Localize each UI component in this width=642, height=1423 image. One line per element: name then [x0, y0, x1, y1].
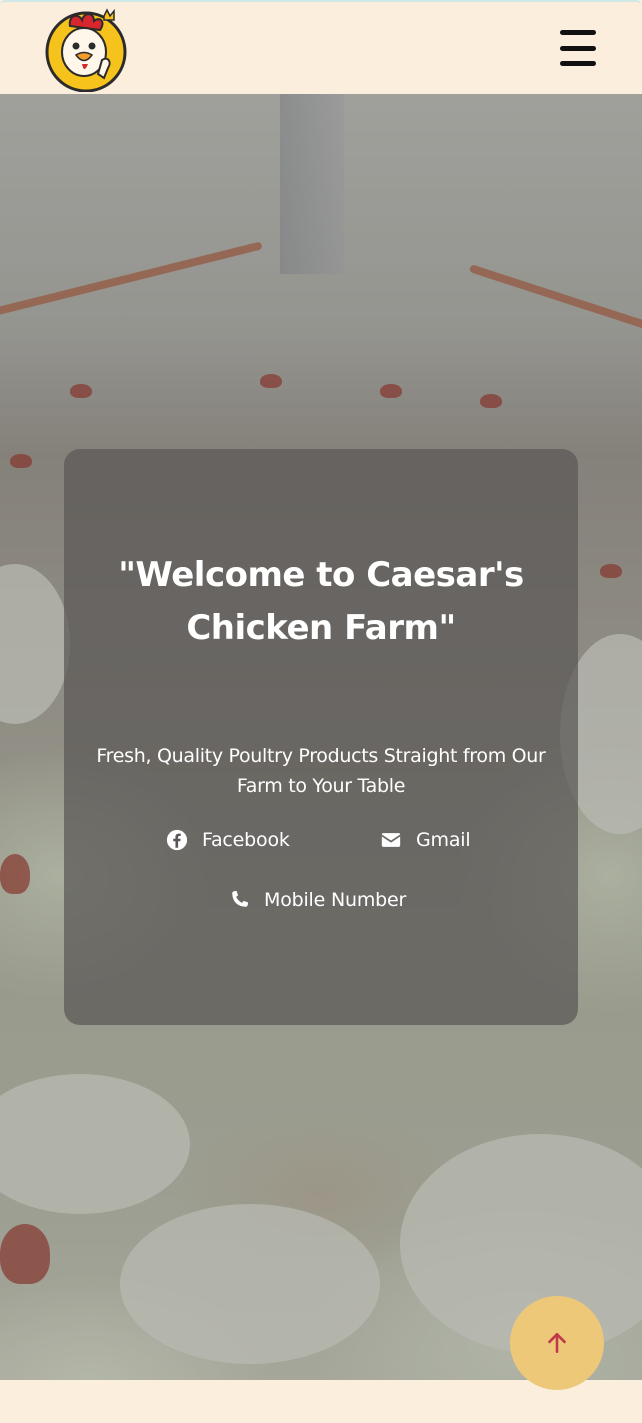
facebook-label: Facebook: [202, 829, 290, 851]
rooster-logo-icon[interactable]: [44, 8, 128, 93]
site-header: [0, 0, 642, 94]
facebook-link[interactable]: Facebook: [166, 829, 290, 851]
welcome-card: "Welcome to Caesar's Chicken Farm" Fresh…: [64, 449, 578, 1025]
hero-section: "Welcome to Caesar's Chicken Farm" Fresh…: [0, 94, 642, 1380]
scroll-to-top-button[interactable]: [510, 1296, 604, 1390]
gmail-label: Gmail: [416, 829, 471, 851]
mobile-number-link[interactable]: Mobile Number: [228, 889, 406, 911]
arrow-up-icon: [548, 1333, 566, 1353]
page-title: "Welcome to Caesar's Chicken Farm": [118, 555, 524, 648]
envelope-icon: [381, 833, 401, 847]
hero-subtitle: Fresh, Quality Poultry Products Straight…: [96, 745, 546, 797]
gmail-link[interactable]: Gmail: [380, 829, 471, 851]
hamburger-menu-icon[interactable]: [560, 30, 600, 66]
phone-icon: [232, 890, 249, 907]
mobile-number-label: Mobile Number: [264, 889, 407, 911]
facebook-icon: [166, 829, 188, 851]
